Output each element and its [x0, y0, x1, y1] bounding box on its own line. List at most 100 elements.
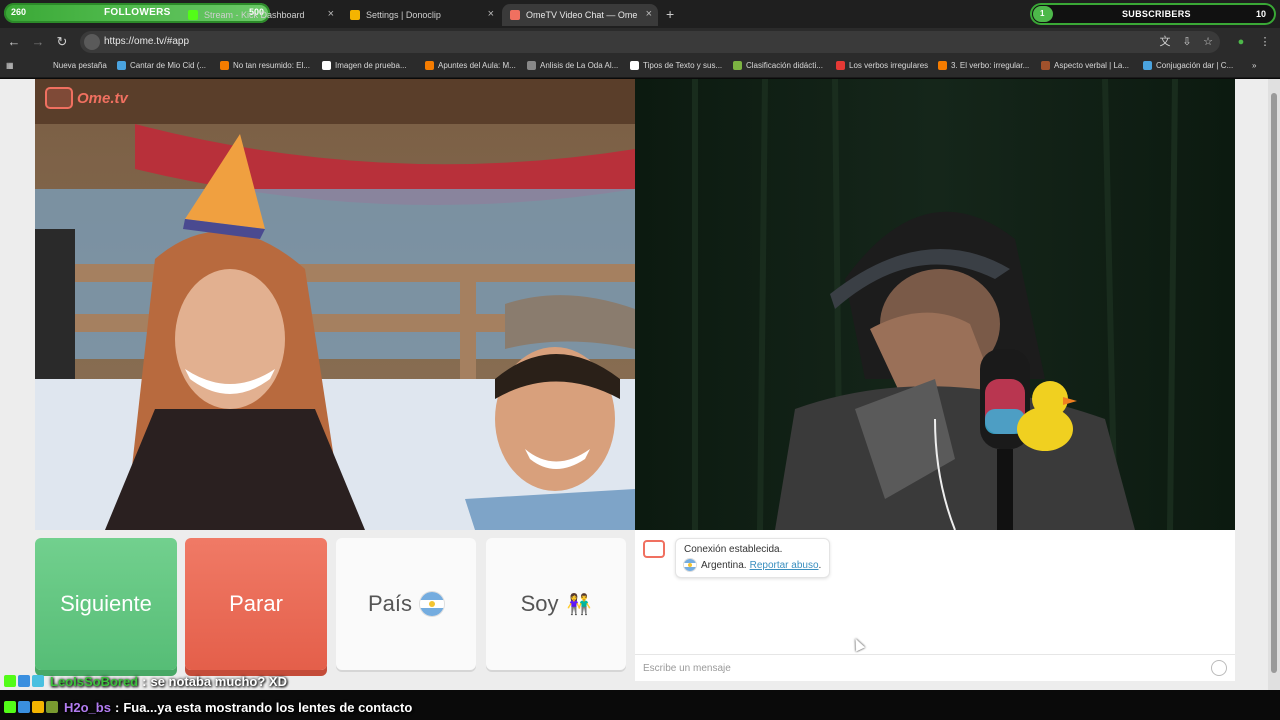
stranger-country: Argentina. — [701, 559, 747, 571]
close-icon[interactable]: × — [646, 8, 652, 20]
bookmark-label: No tan resumido: El... — [233, 61, 310, 70]
browser-toolbar: ← → ↻ https://ome.tv/#app 文 ⇩ ☆ ● ⋮ — [0, 28, 1280, 56]
couple-icon: 👫 — [566, 593, 592, 616]
close-icon[interactable]: × — [328, 8, 334, 20]
bookmark-icon — [1143, 61, 1152, 70]
bookmark-label: 3. El verbo: irregular... — [951, 61, 1030, 70]
stream-chat-overlay: LeoIsSoBored : se notaba mucho? XD H2o_b… — [0, 670, 1280, 720]
country-filter-button[interactable]: País — [336, 538, 476, 670]
ometv-chat-icon — [643, 540, 665, 558]
bookmark-icon — [630, 61, 639, 70]
logo-wordmark: Ome.tv — [77, 89, 128, 107]
stranger-country-line: Argentina. Reportar abuso. — [684, 559, 821, 571]
stranger-video-frame — [35, 79, 635, 530]
stranger-video: Ome.tv — [35, 79, 635, 530]
more-bookmarks-icon[interactable]: » — [1252, 61, 1256, 70]
new-tab-icon[interactable]: + — [666, 6, 674, 22]
bookmark-star-icon[interactable]: ☆ — [1201, 35, 1215, 49]
bookmark-item[interactable]: Clasificación didácti... — [733, 61, 823, 70]
gender-select-button[interactable]: Soy 👫 — [486, 538, 626, 670]
self-video-frame — [635, 79, 1235, 530]
tab-label: OmeTV Video Chat — Ome — [526, 10, 638, 20]
tab-donoclip[interactable]: Settings | Donoclip × — [342, 4, 500, 26]
bookmark-icon — [1041, 61, 1050, 70]
page-scrollbar[interactable] — [1268, 79, 1280, 690]
argentina-flag-icon — [684, 559, 696, 571]
reload-icon[interactable]: ↻ — [54, 34, 70, 50]
url-text: https://ome.tv/#app — [104, 36, 190, 47]
menu-icon[interactable]: ⋮ — [1258, 35, 1272, 49]
bookmark-item[interactable]: 3. El verbo: irregular... — [938, 61, 1029, 70]
kick-badge-icon — [4, 701, 16, 713]
address-bar[interactable]: https://ome.tv/#app — [80, 31, 1220, 53]
forward-icon[interactable]: → — [30, 34, 46, 50]
tv-icon — [45, 87, 73, 109]
sub-badge-icon — [32, 701, 44, 713]
ometv-icon — [510, 10, 520, 20]
bookmark-icon — [117, 61, 126, 70]
kick-badge-icon — [4, 675, 16, 687]
followers-current-count: 260 — [11, 7, 27, 17]
bookmark-icon — [836, 61, 845, 70]
chat-username: LeoIsSoBored — [50, 673, 139, 689]
verified-badge-icon — [18, 675, 30, 687]
bookmark-icon — [938, 61, 947, 70]
bookmark-item[interactable]: Aspecto verbal | La... — [1041, 61, 1129, 70]
chat-message: LeoIsSoBored : se notaba mucho? XD — [4, 670, 287, 692]
bookmark-icon — [733, 61, 742, 70]
bookmark-label: Aspecto verbal | La... — [1054, 61, 1130, 70]
subscribers-goal-count: 10 — [1255, 9, 1266, 19]
install-icon[interactable]: ⇩ — [1180, 35, 1194, 49]
bookmark-label: Imagen de prueba... — [335, 61, 407, 70]
bookmark-label: Clasificación didácti... — [746, 61, 823, 70]
bookmark-icon — [425, 61, 434, 70]
site-info-icon[interactable] — [84, 34, 100, 50]
subscribers-current-count: 1 — [1040, 9, 1045, 18]
chat-username: H2o_bs — [64, 699, 111, 715]
bookmark-item[interactable]: Los verbos irregulares — [836, 61, 928, 70]
bookmark-label: Cantar de Mio Cid (... — [130, 61, 207, 70]
bookmark-item[interactable]: Tipos de Texto y sus... — [630, 61, 722, 70]
bookmark-icon — [322, 61, 331, 70]
tab-ometv[interactable]: OmeTV Video Chat — Ome × — [502, 4, 658, 26]
bookmark-item[interactable]: Conjugación dar | C... — [1143, 61, 1233, 70]
bookmark-label: Los verbos irregulares — [849, 61, 929, 70]
bookmark-label: Anlisis de La Oda Al... — [540, 61, 619, 70]
chat-separator: : — [114, 699, 120, 715]
country-button-label: País — [367, 591, 413, 616]
tab-label: Stream - Kick Dashboard — [204, 10, 305, 20]
close-icon[interactable]: × — [488, 8, 494, 20]
connection-status: Conexión establecida. — [684, 544, 783, 555]
next-button[interactable]: Siguiente — [35, 538, 177, 670]
bookmark-item[interactable]: Apuntes del Aula: M... — [425, 61, 516, 70]
back-icon[interactable]: ← — [6, 34, 22, 50]
bookmark-item[interactable]: Cantar de Mio Cid (... — [117, 61, 206, 70]
browser-tab-strip: 260 FOLLOWERS 500 Stream - Kick Dashboar… — [0, 0, 1280, 28]
donoclip-icon — [350, 10, 360, 20]
subscribers-goal-bar: 1 SUBSCRIBERS 10 — [1030, 3, 1276, 25]
bookmark-item[interactable]: Anlisis de La Oda Al... — [527, 61, 618, 70]
bookmark-item[interactable]: No tan resumido: El... — [220, 61, 310, 70]
argentina-flag-icon — [420, 592, 445, 616]
bookmark-label: Conjugación dar | C... — [1156, 61, 1234, 70]
bookmarks-bar: ▦ Nueva pestaña Cantar de Mio Cid (... N… — [0, 56, 1280, 78]
next-button-label: Siguiente — [60, 591, 152, 616]
kick-icon — [188, 10, 198, 20]
translate-icon[interactable]: 文 — [1158, 35, 1172, 49]
bookmark-item[interactable]: Imagen de prueba... — [322, 61, 407, 70]
profile-avatar-icon[interactable]: ● — [1234, 35, 1248, 49]
stop-button[interactable]: Parar — [185, 538, 327, 670]
report-suffix: . — [818, 559, 822, 571]
scrollbar-thumb[interactable] — [1271, 93, 1277, 673]
apps-grid-icon[interactable]: ▦ — [6, 61, 14, 70]
bookmark-icon — [220, 61, 229, 70]
system-message: Conexión establecida. Argentina. Reporta… — [675, 538, 830, 578]
self-video — [635, 79, 1235, 530]
subscribers-label: SUBSCRIBERS — [1122, 9, 1191, 19]
stop-button-label: Parar — [229, 591, 283, 616]
bookmark-item[interactable]: Nueva pestaña — [53, 61, 107, 70]
chat-separator: : — [142, 673, 147, 689]
tab-kick-dashboard[interactable]: Stream - Kick Dashboard × — [180, 4, 340, 26]
report-abuse-link[interactable]: Reportar abuso — [750, 560, 819, 571]
bookmark-icon — [527, 61, 536, 70]
